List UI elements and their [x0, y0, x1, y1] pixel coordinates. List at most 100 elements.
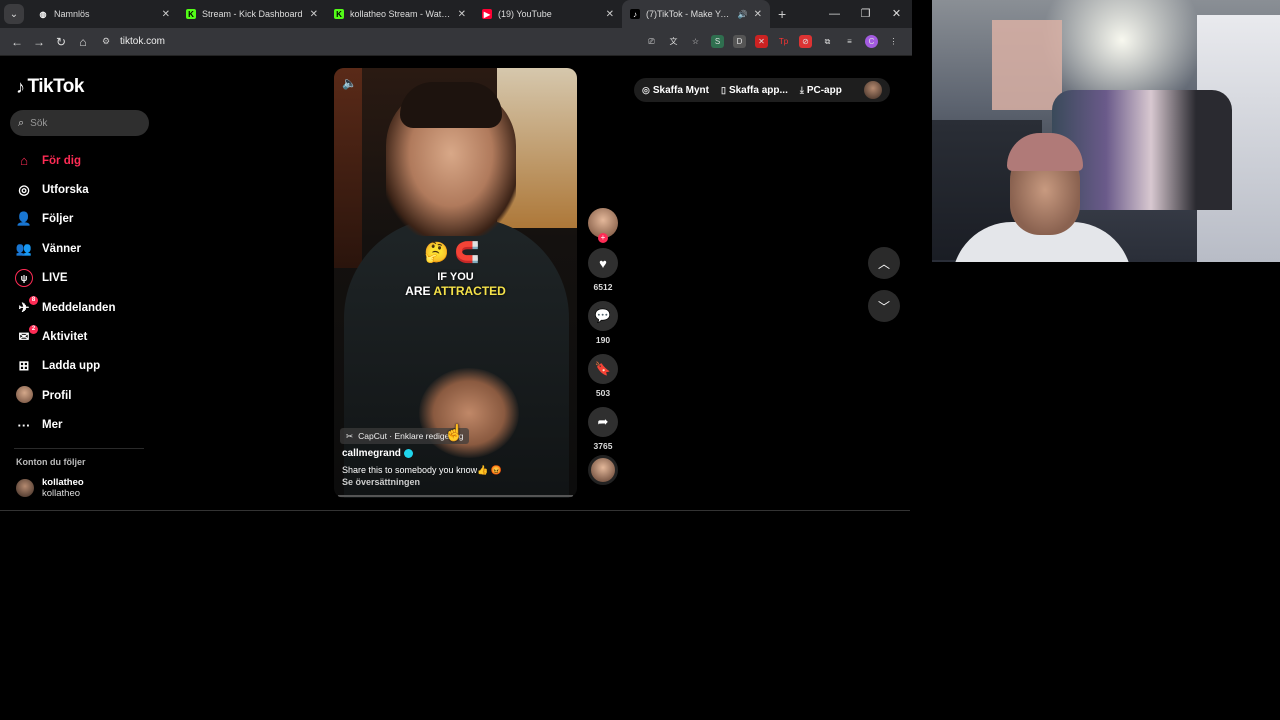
- volume-icon[interactable]: 🔈: [342, 76, 357, 90]
- sidebar-item-activity[interactable]: ✉ 2 Aktivitet: [14, 322, 154, 351]
- tab-search-button[interactable]: ⌄: [4, 4, 24, 24]
- address-bar-row: ← → ↻ ⌂ ⚙ tiktok.com ⎚ 文 ☆ S D ✕ Tp ⊘ ⧉ …: [0, 28, 912, 56]
- next-video-button[interactable]: ﹀: [868, 290, 900, 322]
- following-account-handle: kollatheo: [42, 488, 81, 499]
- back-button[interactable]: ←: [6, 35, 28, 49]
- new-tab-button[interactable]: +: [778, 6, 786, 22]
- see-translation-link[interactable]: Se översättningen: [342, 477, 420, 487]
- video-person-hands: [419, 368, 519, 458]
- sidebar-item-messages[interactable]: ✈ 8 Meddelanden: [14, 293, 154, 322]
- browser-tab[interactable]: Kkollatheo Stream - Watch Live on Kick ✕: [326, 0, 474, 28]
- save-button[interactable]: 🔖: [588, 354, 618, 384]
- pc-app-button[interactable]: ⤓ PC-app: [800, 85, 842, 96]
- sidebar-item-profile[interactable]: Profil: [14, 381, 154, 410]
- share-count: 3765: [593, 441, 613, 451]
- sidebar-item-friends[interactable]: 👥 Vänner: [14, 234, 154, 263]
- extension-s-icon[interactable]: S: [711, 35, 724, 48]
- home-button[interactable]: ⌂: [72, 35, 94, 49]
- profile-avatar-icon[interactable]: C: [865, 35, 878, 48]
- tab-favicon-icon: ▶: [482, 9, 492, 19]
- sidebar-item-more[interactable]: ··· Mer: [14, 411, 154, 440]
- close-tab-icon[interactable]: ✕: [162, 9, 170, 20]
- tiktok-page: ♪ TikTok ⌕ Sök ⌂ För dig ◎ Utforska 👤 Följer 👥…: [0, 58, 912, 512]
- creator-avatar[interactable]: +: [588, 208, 618, 243]
- sidebar-item-following[interactable]: 👤 Följer: [14, 205, 154, 234]
- browser-tab[interactable]: K Stream - Kick Dashboard ✕: [178, 0, 326, 28]
- author-name: callmegrand: [342, 448, 401, 459]
- home-icon: ⌂: [20, 153, 28, 169]
- share-icon: ➦: [597, 414, 609, 429]
- notification-badge: 2: [29, 325, 38, 335]
- follow-plus-icon[interactable]: +: [598, 233, 608, 243]
- close-window-button[interactable]: ✕: [881, 0, 912, 28]
- close-tab-icon[interactable]: ✕: [458, 9, 466, 20]
- adblock-icon[interactable]: ⊘: [799, 35, 812, 48]
- site-info-icon[interactable]: ⚙: [102, 36, 116, 47]
- sidebar-item-label: Följer: [42, 213, 74, 226]
- browser-tab[interactable]: ▶ (19) YouTube ✕: [474, 0, 622, 28]
- browser-tab[interactable]: ♪ (7)TikTok - Make Your Day 🔊 ✕: [622, 0, 770, 28]
- get-app-label: Skaffa app...: [728, 84, 788, 96]
- bookmark-icon: 🔖: [594, 361, 612, 376]
- share-button[interactable]: ➦: [588, 407, 618, 437]
- tab-title: Stream - Kick Dashboard: [202, 9, 303, 19]
- bookmark-star-icon[interactable]: ☆: [689, 35, 702, 48]
- profile-avatar: [14, 385, 34, 406]
- sidebar-item-upload[interactable]: ⊞ Ladda upp: [14, 352, 154, 381]
- forward-button[interactable]: →: [28, 35, 50, 49]
- maximize-button[interactable]: ❐: [850, 0, 881, 28]
- user-avatar[interactable]: [863, 81, 882, 99]
- like-button[interactable]: ♥: [588, 248, 618, 278]
- reading-list-icon[interactable]: ≡: [843, 35, 856, 48]
- chevron-down-icon: ﹀: [877, 299, 890, 314]
- tab-favicon-icon: K: [334, 9, 344, 19]
- tab-favicon-icon: K: [186, 9, 196, 19]
- live-icon: ψ: [14, 269, 34, 288]
- video-background-wall: [334, 68, 362, 268]
- close-tab-icon[interactable]: ✕: [754, 9, 762, 20]
- tiktok-note-icon: ♪: [16, 76, 25, 97]
- webcam-overlay: [932, 0, 1280, 262]
- video-progress-bar[interactable]: [338, 495, 573, 497]
- translate-icon[interactable]: 文: [667, 35, 680, 48]
- reload-button[interactable]: ↻: [50, 35, 72, 49]
- extension-d-icon[interactable]: D: [733, 35, 746, 48]
- tab-title: Namnlös: [54, 9, 90, 19]
- compass-icon: ◎: [18, 182, 30, 198]
- video-author[interactable]: callmegrand: [342, 448, 413, 459]
- minimize-button[interactable]: —: [819, 0, 850, 28]
- sidebar-item-home[interactable]: ⌂ För dig: [14, 146, 154, 175]
- window-controls: — ❐ ✕: [819, 0, 912, 28]
- comment-button[interactable]: 💬: [588, 301, 618, 331]
- tab-favicon-icon: ♪: [630, 9, 640, 19]
- following-account-kollatheo[interactable]: kollatheo kollatheo: [16, 477, 84, 499]
- sidebar-item-live[interactable]: ψ LIVE: [14, 264, 154, 293]
- comment-count: 190: [595, 335, 611, 345]
- close-tab-icon[interactable]: ✕: [606, 9, 614, 20]
- top-actions-bar: ◎ Skaffa Mynt ▯ Skaffa app... ⤓ PC-app: [634, 78, 890, 102]
- browser-tab[interactable]: ◍ Namnlös ✕: [30, 0, 178, 28]
- friends-icon: 👥: [15, 240, 33, 256]
- tab-audio-icon[interactable]: 🔊: [738, 10, 748, 19]
- sidebar-item-label: Profil: [42, 389, 72, 402]
- extensions-puzzle-icon[interactable]: ⧉: [821, 35, 834, 48]
- tiktok-logo-text: TikTok: [27, 76, 85, 97]
- close-tab-icon[interactable]: ✕: [310, 9, 318, 20]
- sidebar-item-compass[interactable]: ◎ Utforska: [14, 175, 154, 204]
- install-app-icon[interactable]: ⎚: [645, 35, 658, 48]
- get-coins-button[interactable]: ◎ Skaffa Mynt: [642, 85, 709, 96]
- extension-x-icon[interactable]: ✕: [755, 35, 768, 48]
- music-disc[interactable]: [588, 455, 618, 485]
- extension-tp-icon[interactable]: Tp: [777, 35, 790, 48]
- sidebar-item-label: Vänner: [42, 242, 81, 255]
- get-app-button[interactable]: ▯ Skaffa app...: [721, 85, 788, 96]
- video-caption-line1: IF YOU: [437, 271, 474, 283]
- get-coins-label: Skaffa Mynt: [652, 84, 709, 96]
- search-input[interactable]: ⌕ Sök: [10, 110, 149, 136]
- verified-icon: [403, 448, 413, 458]
- previous-video-button[interactable]: ︿: [868, 247, 900, 279]
- url-field[interactable]: ⚙ tiktok.com: [102, 32, 572, 52]
- browser-menu-icon[interactable]: ⋮: [887, 35, 900, 48]
- tiktok-logo[interactable]: ♪ TikTok: [16, 76, 84, 98]
- sidebar-divider: [14, 448, 144, 449]
